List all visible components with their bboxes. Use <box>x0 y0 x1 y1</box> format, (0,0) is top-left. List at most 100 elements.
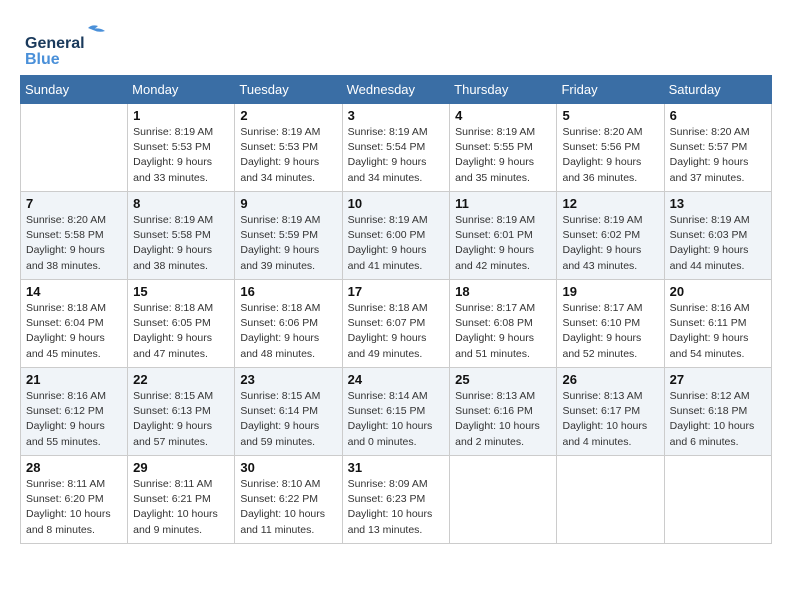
day-info: Sunrise: 8:20 AM Sunset: 5:56 PM Dayligh… <box>562 125 658 186</box>
calendar-cell: 11 Sunrise: 8:19 AM Sunset: 6:01 PM Dayli… <box>450 192 557 280</box>
svg-text:Blue: Blue <box>25 51 60 65</box>
day-info: Sunrise: 8:16 AM Sunset: 6:11 PM Dayligh… <box>670 301 766 362</box>
calendar-cell: 28 Sunrise: 8:11 AM Sunset: 6:20 PM Dayli… <box>21 456 128 544</box>
day-number: 25 <box>455 372 551 387</box>
calendar-week-row: 1 Sunrise: 8:19 AM Sunset: 5:53 PM Daylig… <box>21 104 772 192</box>
calendar-cell: 5 Sunrise: 8:20 AM Sunset: 5:56 PM Daylig… <box>557 104 664 192</box>
logo-svg: General Blue <box>20 20 140 65</box>
day-info: Sunrise: 8:19 AM Sunset: 5:55 PM Dayligh… <box>455 125 551 186</box>
day-number: 16 <box>240 284 336 299</box>
calendar-cell: 17Sunrise: 8:18 AM Sunset: 6:07 PM Dayli… <box>342 280 450 368</box>
day-info: Sunrise: 8:17 AM Sunset: 6:10 PM Dayligh… <box>562 301 658 362</box>
day-number: 10 <box>348 196 445 211</box>
day-info: Sunrise: 8:19 AM Sunset: 5:54 PM Dayligh… <box>348 125 445 186</box>
day-number: 21 <box>26 372 122 387</box>
day-info: Sunrise: 8:15 AM Sunset: 6:13 PM Dayligh… <box>133 389 229 450</box>
calendar-cell: 12 Sunrise: 8:19 AM Sunset: 6:02 PM Dayli… <box>557 192 664 280</box>
day-number: 4 <box>455 108 551 123</box>
day-of-week-header: Thursday <box>450 76 557 104</box>
day-number: 15 <box>133 284 229 299</box>
day-number: 19 <box>562 284 658 299</box>
calendar-cell: 19 Sunrise: 8:17 AM Sunset: 6:10 PM Dayli… <box>557 280 664 368</box>
calendar-cell: 9 Sunrise: 8:19 AM Sunset: 5:59 PM Daylig… <box>235 192 342 280</box>
calendar-cell: 29Sunrise: 8:11 AM Sunset: 6:21 PM Dayli… <box>128 456 235 544</box>
day-number: 12 <box>562 196 658 211</box>
calendar-cell: 21 Sunrise: 8:16 AM Sunset: 6:12 PM Dayli… <box>21 368 128 456</box>
day-of-week-header: Friday <box>557 76 664 104</box>
day-number: 18 <box>455 284 551 299</box>
calendar-cell: 27 Sunrise: 8:12 AM Sunset: 6:18 PM Dayli… <box>664 368 771 456</box>
day-number: 26 <box>562 372 658 387</box>
day-number: 11 <box>455 196 551 211</box>
day-number: 8 <box>133 196 229 211</box>
calendar-cell: 15 Sunrise: 8:18 AM Sunset: 6:05 PM Dayli… <box>128 280 235 368</box>
day-of-week-header: Sunday <box>21 76 128 104</box>
day-of-week-header: Saturday <box>664 76 771 104</box>
calendar-cell: 2Sunrise: 8:19 AM Sunset: 5:53 PM Daylig… <box>235 104 342 192</box>
calendar-cell: 25 Sunrise: 8:13 AM Sunset: 6:16 PM Dayli… <box>450 368 557 456</box>
day-info: Sunrise: 8:19 AM Sunset: 5:53 PM Dayligh… <box>240 125 336 186</box>
day-info: Sunrise: 8:19 AM Sunset: 5:53 PM Dayligh… <box>133 125 229 186</box>
day-info: Sunrise: 8:19 AM Sunset: 5:58 PM Dayligh… <box>133 213 229 274</box>
calendar-cell: 6Sunrise: 8:20 AM Sunset: 5:57 PM Daylig… <box>664 104 771 192</box>
day-info: Sunrise: 8:09 AM Sunset: 6:23 PM Dayligh… <box>348 477 445 538</box>
day-number: 22 <box>133 372 229 387</box>
day-number: 31 <box>348 460 445 475</box>
calendar-cell <box>664 456 771 544</box>
calendar-cell: 3 Sunrise: 8:19 AM Sunset: 5:54 PM Daylig… <box>342 104 450 192</box>
day-info: Sunrise: 8:18 AM Sunset: 6:05 PM Dayligh… <box>133 301 229 362</box>
calendar-cell: 1 Sunrise: 8:19 AM Sunset: 5:53 PM Daylig… <box>128 104 235 192</box>
day-number: 20 <box>670 284 766 299</box>
calendar-week-row: 21 Sunrise: 8:16 AM Sunset: 6:12 PM Dayli… <box>21 368 772 456</box>
day-info: Sunrise: 8:14 AM Sunset: 6:15 PM Dayligh… <box>348 389 445 450</box>
calendar-week-row: 14Sunrise: 8:18 AM Sunset: 6:04 PM Dayli… <box>21 280 772 368</box>
day-info: Sunrise: 8:20 AM Sunset: 5:57 PM Dayligh… <box>670 125 766 186</box>
day-number: 1 <box>133 108 229 123</box>
day-number: 13 <box>670 196 766 211</box>
calendar-cell <box>21 104 128 192</box>
day-info: Sunrise: 8:13 AM Sunset: 6:16 PM Dayligh… <box>455 389 551 450</box>
calendar-cell: 13Sunrise: 8:19 AM Sunset: 6:03 PM Dayli… <box>664 192 771 280</box>
calendar-cell: 30 Sunrise: 8:10 AM Sunset: 6:22 PM Dayli… <box>235 456 342 544</box>
day-number: 28 <box>26 460 122 475</box>
day-number: 9 <box>240 196 336 211</box>
day-number: 27 <box>670 372 766 387</box>
day-info: Sunrise: 8:19 AM Sunset: 6:01 PM Dayligh… <box>455 213 551 274</box>
calendar-cell: 10 Sunrise: 8:19 AM Sunset: 6:00 PM Dayli… <box>342 192 450 280</box>
day-number: 30 <box>240 460 336 475</box>
day-of-week-header: Wednesday <box>342 76 450 104</box>
calendar-cell: 7 Sunrise: 8:20 AM Sunset: 5:58 PM Daylig… <box>21 192 128 280</box>
day-info: Sunrise: 8:17 AM Sunset: 6:08 PM Dayligh… <box>455 301 551 362</box>
day-info: Sunrise: 8:16 AM Sunset: 6:12 PM Dayligh… <box>26 389 122 450</box>
day-info: Sunrise: 8:10 AM Sunset: 6:22 PM Dayligh… <box>240 477 336 538</box>
day-info: Sunrise: 8:15 AM Sunset: 6:14 PM Dayligh… <box>240 389 336 450</box>
calendar-cell: 4 Sunrise: 8:19 AM Sunset: 5:55 PM Daylig… <box>450 104 557 192</box>
day-info: Sunrise: 8:19 AM Sunset: 5:59 PM Dayligh… <box>240 213 336 274</box>
day-info: Sunrise: 8:12 AM Sunset: 6:18 PM Dayligh… <box>670 389 766 450</box>
calendar-cell <box>450 456 557 544</box>
day-info: Sunrise: 8:20 AM Sunset: 5:58 PM Dayligh… <box>26 213 122 274</box>
day-info: Sunrise: 8:19 AM Sunset: 6:00 PM Dayligh… <box>348 213 445 274</box>
calendar-cell: 23Sunrise: 8:15 AM Sunset: 6:14 PM Dayli… <box>235 368 342 456</box>
day-number: 29 <box>133 460 229 475</box>
calendar-week-row: 7 Sunrise: 8:20 AM Sunset: 5:58 PM Daylig… <box>21 192 772 280</box>
day-info: Sunrise: 8:18 AM Sunset: 6:06 PM Dayligh… <box>240 301 336 362</box>
day-info: Sunrise: 8:11 AM Sunset: 6:20 PM Dayligh… <box>26 477 122 538</box>
calendar-cell: 16 Sunrise: 8:18 AM Sunset: 6:06 PM Dayli… <box>235 280 342 368</box>
calendar-header-row: SundayMondayTuesdayWednesdayThursdayFrid… <box>21 76 772 104</box>
calendar-cell: 31 Sunrise: 8:09 AM Sunset: 6:23 PM Dayli… <box>342 456 450 544</box>
day-number: 14 <box>26 284 122 299</box>
day-info: Sunrise: 8:19 AM Sunset: 6:02 PM Dayligh… <box>562 213 658 274</box>
day-number: 24 <box>348 372 445 387</box>
calendar-cell: 8 Sunrise: 8:19 AM Sunset: 5:58 PM Daylig… <box>128 192 235 280</box>
day-number: 5 <box>562 108 658 123</box>
calendar-cell: 24 Sunrise: 8:14 AM Sunset: 6:15 PM Dayli… <box>342 368 450 456</box>
calendar-cell: 14Sunrise: 8:18 AM Sunset: 6:04 PM Dayli… <box>21 280 128 368</box>
calendar-table: SundayMondayTuesdayWednesdayThursdayFrid… <box>20 75 772 544</box>
day-of-week-header: Tuesday <box>235 76 342 104</box>
calendar-cell: 18 Sunrise: 8:17 AM Sunset: 6:08 PM Dayli… <box>450 280 557 368</box>
day-number: 17 <box>348 284 445 299</box>
day-number: 3 <box>348 108 445 123</box>
day-number: 7 <box>26 196 122 211</box>
calendar-week-row: 28 Sunrise: 8:11 AM Sunset: 6:20 PM Dayli… <box>21 456 772 544</box>
